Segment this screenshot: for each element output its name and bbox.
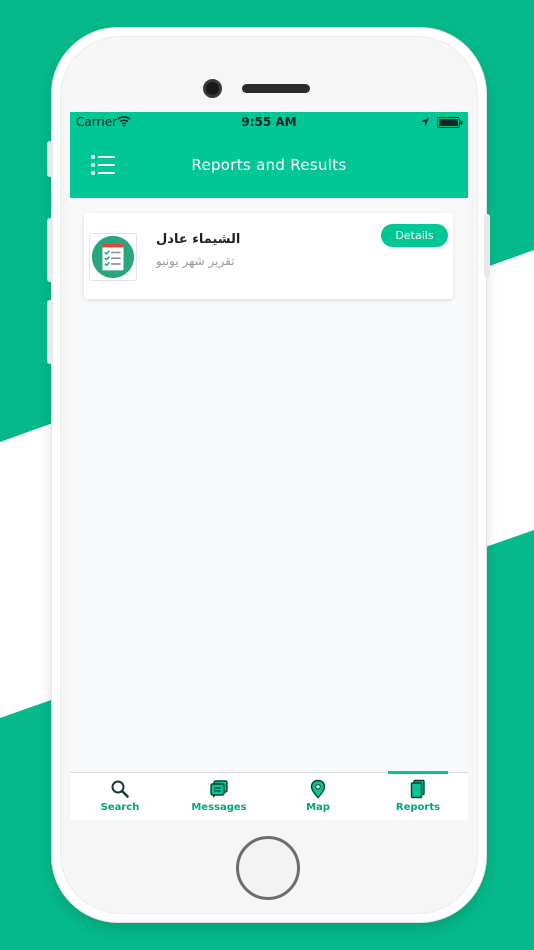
checklist-report-icon	[89, 233, 137, 281]
status-bar: Carrier 9:55 AM	[70, 112, 468, 132]
nav-bar: Reports and Results	[70, 132, 468, 198]
tab-messages[interactable]: Messages	[169, 773, 269, 820]
report-owner-name: الشيماء عادل	[156, 232, 241, 247]
report-card[interactable]: الشيماء عادل تقرير شهر يونيو Details	[84, 213, 453, 299]
messages-icon	[210, 780, 228, 798]
phone-volume-up	[47, 218, 53, 282]
tab-map-label: Map	[306, 802, 330, 813]
front-camera	[203, 79, 222, 98]
battery-icon	[437, 117, 463, 128]
tab-search[interactable]: Search	[70, 773, 170, 820]
location-arrow-icon	[421, 118, 429, 126]
status-time: 9:55 AM	[241, 115, 297, 129]
app-screen: Carrier 9:55 AM Reports and Results الشي…	[70, 112, 468, 820]
tab-map[interactable]: Map	[268, 773, 368, 820]
phone-volume-down	[47, 300, 53, 364]
page-title: Reports and Results	[191, 156, 347, 174]
tab-search-label: Search	[100, 802, 140, 813]
tab-reports-label: Reports	[395, 802, 441, 813]
search-icon	[111, 780, 129, 798]
report-subtitle: تقرير شهر يونيو	[156, 254, 235, 268]
tab-messages-label: Messages	[191, 802, 247, 813]
phone-power-button	[484, 214, 490, 278]
map-pin-icon	[310, 779, 326, 799]
home-button[interactable]	[236, 836, 300, 900]
tab-reports[interactable]: Reports	[368, 773, 468, 820]
reports-icon	[410, 779, 425, 799]
phone-mute-switch	[47, 141, 53, 177]
tab-bar: Search Messages Map Reports	[70, 771, 468, 820]
earpiece-speaker	[242, 84, 310, 93]
details-button[interactable]: Details	[381, 224, 448, 247]
